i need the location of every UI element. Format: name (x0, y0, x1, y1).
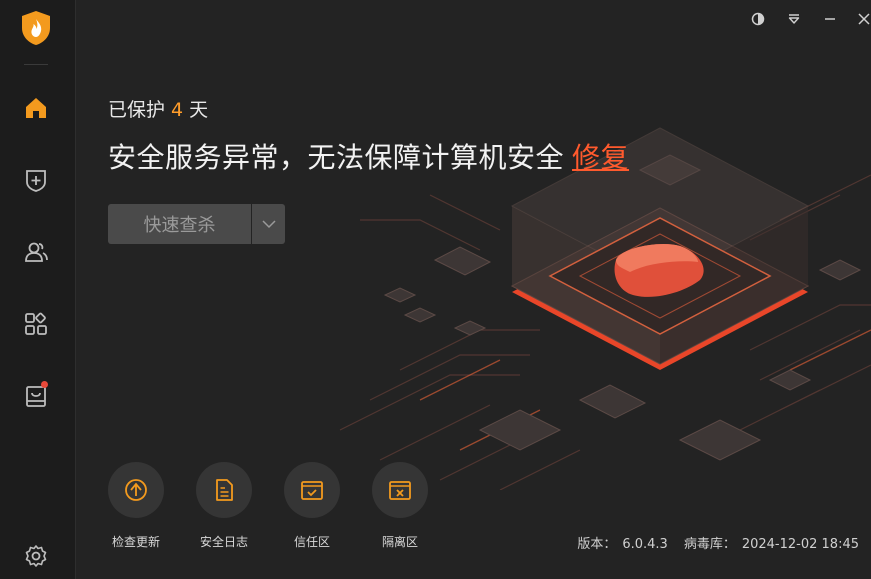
status-message: 安全服务异常，无法保障计算机安全 (108, 141, 565, 174)
trust-zone-button[interactable]: 信任区 (282, 462, 342, 550)
apps-icon (25, 312, 47, 335)
close-button[interactable] (853, 8, 871, 30)
quarantine-icon-circle (372, 462, 428, 518)
quick-scan-button[interactable]: 快速查杀 (108, 204, 251, 244)
chevron-down-icon (261, 220, 276, 229)
log-icon (216, 479, 233, 501)
version-label: 版本： (577, 537, 617, 552)
security-log-button[interactable]: 安全日志 (194, 462, 254, 550)
sidebar-item-store[interactable] (18, 378, 54, 414)
protected-days-text: 已保护 4 天 (108, 95, 208, 122)
notification-dot (41, 381, 48, 388)
virus-db-value: 2024-12-02 18:45 (741, 537, 859, 552)
quarantine-button[interactable]: 隔离区 (370, 462, 430, 550)
menu-button[interactable] (783, 8, 805, 30)
trust-zone-icon-circle (284, 462, 340, 518)
minimize-icon (825, 18, 835, 20)
sidebar-item-apps[interactable] (18, 306, 54, 342)
sidebar-item-protection[interactable] (18, 162, 54, 198)
update-icon (125, 479, 147, 501)
settings-button[interactable] (18, 538, 54, 574)
scan-options-dropdown[interactable] (252, 204, 285, 244)
menu-icon (788, 14, 800, 24)
minimize-button[interactable] (819, 8, 841, 30)
fix-link[interactable]: 修复 (572, 141, 629, 174)
protected-prefix: 已保护 (108, 99, 166, 121)
sidebar (0, 0, 76, 579)
quarantine-icon (389, 481, 411, 500)
version-info: 版本： 6.0.4.3 病毒库： 2024-12-02 18:45 (571, 533, 859, 552)
check-update-icon-circle (108, 462, 164, 518)
gear-icon (25, 545, 47, 567)
shield-flame-logo (20, 10, 52, 46)
users-icon (25, 242, 48, 262)
trust-icon (301, 481, 323, 500)
status-headline: 安全服务异常，无法保障计算机安全 修复 (108, 136, 629, 176)
virus-db-label: 病毒库： (683, 537, 736, 552)
close-icon (858, 13, 870, 25)
theme-icon (751, 12, 765, 26)
protected-days-count: 4 (171, 99, 184, 121)
sidebar-item-accounts[interactable] (18, 234, 54, 270)
theme-button[interactable] (747, 8, 769, 30)
protected-suffix: 天 (189, 99, 209, 121)
version-value: 6.0.4.3 (622, 537, 668, 552)
quarantine-label: 隔离区 (381, 535, 418, 549)
security-log-label: 安全日志 (199, 535, 248, 549)
check-update-button[interactable]: 检查更新 (106, 462, 166, 550)
shield-plus-icon (26, 170, 46, 192)
sidebar-item-home[interactable] (18, 90, 54, 126)
trust-zone-label: 信任区 (293, 535, 330, 549)
sidebar-divider (24, 64, 48, 65)
security-log-icon-circle (196, 462, 252, 518)
home-icon (26, 98, 46, 118)
check-update-label: 检查更新 (111, 535, 160, 549)
